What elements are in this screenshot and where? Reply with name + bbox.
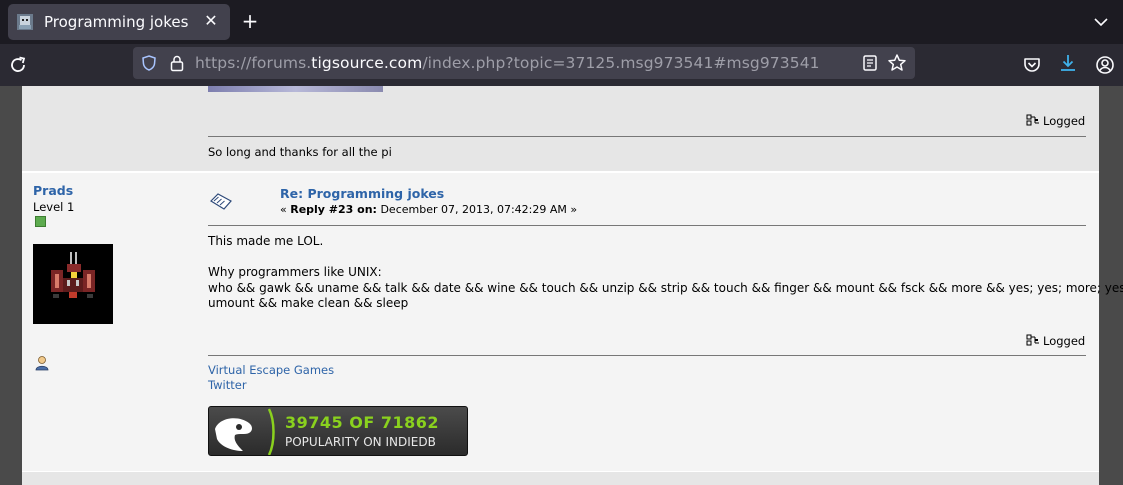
indiedb-caption: POPULARITY ON INDIEDB [285, 435, 436, 449]
ip-logged-icon [1026, 334, 1039, 346]
logged-status: Logged [1026, 334, 1085, 348]
poster-avatar [33, 244, 113, 324]
reply-date: December 07, 2013, 07:42:29 AM » [376, 203, 578, 216]
signature-text: So long and thanks for all the pi [208, 145, 392, 159]
close-tab-icon[interactable]: ✕ [200, 10, 222, 32]
poster-level: Level 1 [33, 200, 75, 214]
forum-post: Prads Level 1 Re: Programming jokes « Re… [22, 173, 1123, 471]
body-line: This made me LOL. [208, 234, 324, 248]
reply-number: Reply #23 on: [290, 203, 377, 216]
post-body: This made me LOL. Why programmers like U… [208, 234, 1123, 312]
forum-thread: Logged So long and thanks for all the pi… [22, 86, 1123, 485]
post-header-divider [208, 225, 1086, 226]
body-line: umount && make clean && sleep [208, 296, 409, 310]
reader-view-icon[interactable] [861, 54, 879, 72]
previous-post: Logged So long and thanks for all the pi [22, 86, 1099, 171]
reload-icon[interactable] [7, 54, 29, 76]
account-icon[interactable] [1095, 55, 1115, 75]
tab-title: Programming jokes [44, 13, 189, 31]
message-icon [210, 193, 232, 210]
new-tab-button[interactable]: + [238, 10, 262, 34]
signature-divider [208, 136, 1086, 137]
indiedb-popularity-badge[interactable]: 39745 OF 71862 POPULARITY ON INDIEDB [208, 406, 468, 456]
page-viewport: Logged So long and thanks for all the pi… [0, 86, 1123, 485]
url-bar[interactable]: https://forums.tigsource.com/index.php?t… [133, 47, 915, 79]
indiedb-logo-icon [215, 408, 275, 455]
twitter-link[interactable]: Twitter [208, 378, 247, 392]
download-icon[interactable] [1058, 53, 1078, 75]
chevron-down-icon[interactable] [1091, 12, 1111, 32]
bookmark-star-icon[interactable] [887, 53, 907, 73]
tracking-protection-shield-icon[interactable] [141, 55, 157, 71]
url-path: /index.php?topic=37125.msg973541#msg9735… [422, 54, 820, 72]
body-line: Why programmers like UNIX: [208, 265, 382, 279]
tigsource-favicon-icon [17, 14, 33, 30]
body-line [208, 250, 1123, 266]
body-line: who && gawk && uname && talk && date && … [208, 280, 1123, 295]
post-subject-link[interactable]: Re: Programming jokes [280, 186, 444, 201]
reply-prefix: « [280, 203, 291, 216]
url-prefix: https://forums. [195, 54, 312, 72]
logged-label: Logged [1043, 114, 1086, 128]
pocket-icon[interactable] [1022, 55, 1042, 75]
url-text[interactable]: https://forums.tigsource.com/index.php?t… [195, 54, 820, 72]
indiedb-rank: 39745 OF 71862 [285, 413, 439, 432]
virtual-escape-games-link[interactable]: Virtual Escape Games [208, 363, 334, 377]
level-star-icon [35, 216, 46, 227]
signature-divider [208, 355, 1086, 356]
poster-name-link[interactable]: Prads [33, 183, 73, 198]
url-host: tigsource.com [311, 54, 423, 72]
tab-programming-jokes[interactable]: Programming jokes ✕ [8, 4, 230, 40]
navigation-toolbar: https://forums.tigsource.com/index.php?t… [0, 44, 1123, 86]
lock-icon[interactable] [169, 54, 185, 72]
logged-label: Logged [1043, 334, 1086, 348]
logged-status: Logged [1026, 114, 1085, 128]
next-post [22, 472, 1099, 485]
ip-logged-icon [1026, 114, 1039, 126]
attached-image [208, 86, 383, 92]
tab-bar: Programming jokes ✕ + [0, 0, 1123, 44]
profile-icon[interactable] [34, 355, 50, 371]
reply-info: « Reply #23 on: December 07, 2013, 07:42… [280, 203, 577, 216]
